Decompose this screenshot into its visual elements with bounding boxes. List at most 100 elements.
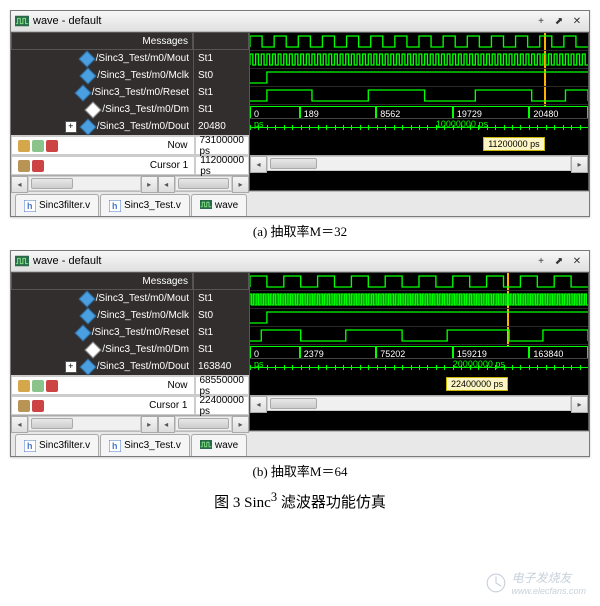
window-title: wave - default [33,255,533,267]
tab-Sinc3filterv[interactable]: hSinc3filter.v [15,434,99,456]
signal-name: /Sinc3_Test/m0/Reset [11,84,193,101]
tab-Sinc3_Testv[interactable]: hSinc3_Test.v [100,194,190,216]
tab-wave[interactable]: wave [191,194,247,216]
signal-row[interactable]: /Sinc3_Test/m0/Mout St1 [11,290,249,307]
close-icon[interactable]: ✕ [569,13,585,29]
app-icon [15,255,29,267]
scroll-right-icon[interactable]: ▸ [141,176,158,193]
tool-icon[interactable] [32,400,44,412]
scroll-right-icon[interactable]: ▸ [571,156,588,173]
signal-name: /Sinc3_Test/m0/Mclk [11,307,193,324]
expand-icon[interactable]: + [65,121,77,133]
tool-icon[interactable] [18,140,30,152]
wave-tracks: 0237975202159219163840 [250,273,588,358]
close-icon[interactable]: ✕ [569,253,585,269]
list-header: Messages [11,32,249,50]
tool-icon[interactable] [32,160,44,172]
tool-icon[interactable] [18,160,30,172]
file-icon [200,200,212,212]
tab-wave[interactable]: wave [191,434,247,456]
cursor-value: 22400000 ps [195,396,250,415]
tab-label: wave [215,200,238,211]
tab-bar: hSinc3filter.vhSinc3_Test.vwave [11,191,589,216]
titlebar[interactable]: wave - default + ⬈ ✕ [11,11,589,32]
scroll-right-icon[interactable]: ▸ [141,416,158,433]
watermark-url: www.elecfans.com [511,586,586,596]
signal-value: St0 [193,67,249,84]
scrollbar-left[interactable]: ◂ ▸ ◂ ▸ [11,175,249,191]
signal-row[interactable]: /Sinc3_Test/m0/Mout St1 [11,50,249,67]
waveform-panel[interactable]: 0237975202159219163840 ps 20000000 ps 22… [249,272,589,431]
cursor-label: Cursor 1 [11,396,195,415]
dock-icon[interactable]: ⬈ [551,253,567,269]
scroll-left-icon[interactable]: ◂ [250,396,267,413]
signal-diamond-icon [87,344,99,356]
signal-name: /Sinc3_Test/m0/Dm [11,341,193,358]
svg-text:h: h [112,201,118,211]
figure-container: wave - default + ⬈ ✕ Messages /Sinc3_Tes… [10,10,590,512]
scrollbar-wave[interactable]: ◂ ▸ [250,395,588,411]
svg-text:h: h [112,441,118,451]
signal-value: St1 [193,84,249,101]
dm-wave [250,329,588,342]
tab-Sinc3filterv[interactable]: hSinc3filter.v [15,194,99,216]
tool-icon[interactable] [32,140,44,152]
expand-icon[interactable]: + [65,361,77,373]
tab-label: Sinc3_Test.v [124,440,181,451]
wave-content: Messages /Sinc3_Test/m0/Mout St1 /Sinc3_… [11,32,589,191]
scroll-left-icon[interactable]: ◂ [11,176,28,193]
signal-row[interactable]: /Sinc3_Test/m0/Reset St1 [11,84,249,101]
waveform-panel[interactable]: 018985621972920480 ps 10000000 ps 112000… [249,32,589,191]
tab-bar: hSinc3filter.vhSinc3_Test.vwave [11,431,589,456]
signal-diamond-icon [77,87,89,99]
scroll-left-icon[interactable]: ◂ [158,416,175,433]
signal-list-panel: Messages /Sinc3_Test/m0/Mout St1 /Sinc3_… [11,272,249,431]
tool-icon[interactable] [18,380,30,392]
signal-row[interactable]: +/Sinc3_Test/m0/Dout 163840 [11,358,249,375]
titlebar[interactable]: wave - default + ⬈ ✕ [11,251,589,272]
time-ruler: ps 20000000 ps 22400000 ps [250,358,588,395]
reset-wave [250,311,588,324]
wave-content: Messages /Sinc3_Test/m0/Mout St1 /Sinc3_… [11,272,589,431]
tab-Sinc3_Testv[interactable]: h Sinc3_Test.v [100,434,190,456]
window-title: wave - default [33,15,533,27]
tool-icon[interactable] [18,400,30,412]
signal-value: 20480 [193,118,249,135]
signal-name: /Sinc3_Test/m0/Mout [11,290,193,307]
file-icon: h [24,440,36,452]
add-icon[interactable]: + [533,13,549,29]
tab-label: Sinc3filter.v [39,200,90,211]
cursor-value: 11200000 ps [195,156,249,175]
signal-row[interactable]: /Sinc3_Test/m0/Dm St1 [11,101,249,118]
scrollbar-left[interactable]: ◂ ▸ ◂ ▸ [11,415,249,431]
cursor-readout: 11200000 ps [483,137,544,151]
scroll-right-icon[interactable]: ▸ [571,396,588,413]
signal-name: /Sinc3_Test/m0/Mclk [11,67,193,84]
signal-list-panel: Messages /Sinc3_Test/m0/Mout St1 /Sinc3_… [11,32,249,191]
window-controls: + ⬈ ✕ [533,13,585,29]
file-icon [200,440,212,452]
dock-icon[interactable]: ⬈ [551,13,567,29]
scrollbar-wave[interactable]: ◂ ▸ [250,155,588,171]
signal-row[interactable]: /Sinc3_Test/m0/Mclk St0 [11,67,249,84]
cursor-label: Cursor 1 [11,156,195,175]
scroll-left-icon[interactable]: ◂ [158,176,175,193]
wave-window: wave - default + ⬈ ✕ Messages /Sinc3_Tes… [10,250,590,457]
tool-icon[interactable] [46,140,58,152]
scroll-right-icon[interactable]: ▸ [232,416,249,433]
scroll-right-icon[interactable]: ▸ [232,176,249,193]
signal-diamond-icon [87,104,99,116]
tool-icon[interactable] [46,380,58,392]
scroll-left-icon[interactable]: ◂ [250,156,267,173]
add-icon[interactable]: + [533,253,549,269]
signal-diamond-icon [81,53,93,65]
signal-row[interactable]: +/Sinc3_Test/m0/Dout 20480 [11,118,249,135]
tool-icon[interactable] [32,380,44,392]
now-label: Now [11,136,195,155]
signal-name: /Sinc3_Test/m0/Reset [11,324,193,341]
signal-row[interactable]: /Sinc3_Test/m0/Mclk St0 [11,307,249,324]
now-row: Now 68550000 ps [11,375,249,395]
scroll-left-icon[interactable]: ◂ [11,416,28,433]
signal-row[interactable]: /Sinc3_Test/m0/Reset St1 [11,324,249,341]
signal-row[interactable]: /Sinc3_Test/m0/Dm St1 [11,341,249,358]
